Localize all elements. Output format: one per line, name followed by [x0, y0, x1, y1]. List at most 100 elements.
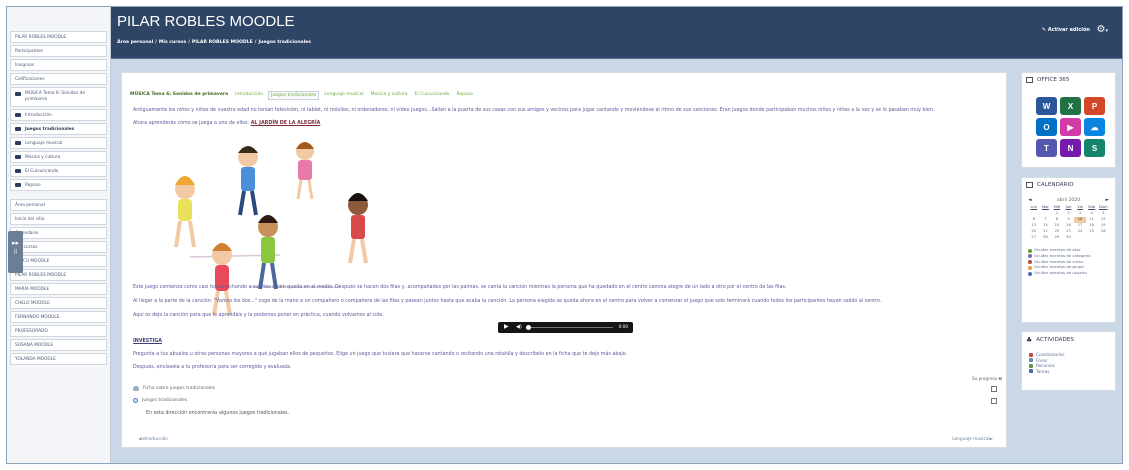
- page-header: PILAR ROBLES MOODLE Área personal / Mis cu…: [111, 7, 1122, 59]
- calendar-day[interactable]: 28: [1040, 235, 1052, 241]
- completion-checkbox[interactable]: [991, 398, 997, 404]
- song-link[interactable]: AL JARDÍN DE LA ALEGRÍA: [251, 121, 321, 126]
- sidebar-item-label: Área personal: [15, 202, 45, 208]
- calendar-day: [1097, 235, 1109, 241]
- sidebar-item[interactable]: Música y cultura: [10, 151, 107, 163]
- office-app-tile[interactable]: T: [1036, 139, 1057, 157]
- office-app-tile[interactable]: P: [1084, 97, 1105, 115]
- section-tab[interactable]: Música y cultura: [369, 91, 410, 100]
- section-tab[interactable]: Repaso: [454, 91, 474, 100]
- sidebar-item[interactable]: Introducción: [10, 109, 107, 121]
- next-section-link[interactable]: Lenguaje musical►: [952, 437, 993, 442]
- activity-type-icon: [1029, 363, 1033, 368]
- calendar-day[interactable]: 29: [1051, 235, 1063, 241]
- office365-block: OFFICE 365 W X P O ▶ ☁ T N S: [1021, 72, 1116, 168]
- sidebar-item[interactable]: Juegos tradicionales: [10, 123, 107, 135]
- sidebar-item[interactable]: YOLANDA MOODLE: [10, 353, 107, 365]
- folder-icon: [15, 141, 21, 145]
- sidebar-item[interactable]: PILAR ROBLES MOODLE: [10, 269, 107, 281]
- sidebar-item[interactable]: Insignias: [10, 59, 107, 71]
- sidebar-item-label: Insignias: [15, 62, 34, 68]
- sidebar-item-label: Repaso: [25, 182, 41, 188]
- activity-item[interactable]: Juegos tradicionales: [133, 398, 187, 403]
- calendar-day[interactable]: 30: [1063, 235, 1075, 241]
- office-app-tile[interactable]: ▶: [1060, 118, 1081, 136]
- office-block-icon: [1026, 77, 1033, 83]
- legend-item[interactable]: Ocultar eventos de categoría: [1028, 253, 1109, 259]
- volume-icon[interactable]: ◀): [516, 324, 522, 330]
- office-app-tile[interactable]: W: [1036, 97, 1057, 115]
- sidebar-item[interactable]: Calificaciones: [10, 73, 107, 85]
- breadcrumb-link[interactable]: Mis cursos: [159, 40, 186, 45]
- gear-icon[interactable]: ⚙▾: [1097, 24, 1108, 35]
- office-app-tile[interactable]: O: [1036, 118, 1057, 136]
- office-app-tile[interactable]: X: [1060, 97, 1081, 115]
- sidebar-item[interactable]: PROFESORADO: [10, 325, 107, 337]
- calendar-week: 27 28 29 30: [1028, 235, 1109, 241]
- breadcrumb-separator: /: [188, 40, 190, 45]
- office-app-tile[interactable]: S: [1084, 139, 1105, 157]
- office-app-tile[interactable]: ☁: [1084, 118, 1105, 136]
- course-section: MÚSICA Tema 6: Sonidos de primavera Intro…: [121, 72, 1007, 448]
- calendar-month[interactable]: abril 2020: [1057, 198, 1080, 203]
- legend-label: Ocultar eventos de usuario: [1034, 270, 1087, 276]
- sidebar-item[interactable]: El Cuicuricando: [10, 165, 107, 177]
- site-nav: Área personal Inicio del sitio Calendario M…: [7, 199, 110, 365]
- audio-time: 0:00: [618, 324, 628, 329]
- nav-drawer: PILAR ROBLES MOODLE Participantes Insignia…: [7, 7, 111, 463]
- sidebar-item[interactable]: PILAR ROBLES MOODLE: [10, 31, 107, 43]
- drawer-toggle-button[interactable]: ▸▸ ⠿: [8, 231, 23, 273]
- sidebar-item-label: Participantes: [15, 48, 43, 54]
- audio-progress-track[interactable]: [528, 327, 613, 328]
- eye-icon: [1028, 254, 1032, 259]
- activities-block-title: ACTIVIDADES: [1036, 337, 1074, 343]
- section-tab[interactable]: MÚSICA Tema 6: Sonidos de primavera: [128, 91, 230, 100]
- sidebar-item[interactable]: IMACU MOODLE: [10, 255, 107, 267]
- activity-type-link[interactable]: Tareas: [1029, 369, 1108, 375]
- section-tab[interactable]: Juegos tradicionales: [268, 91, 320, 100]
- link-icon: [133, 398, 138, 403]
- sidebar-item[interactable]: Participantes: [10, 45, 107, 57]
- help-icon[interactable]: ❷: [998, 376, 1002, 381]
- sidebar-item-label: Música y cultura: [25, 154, 61, 160]
- sidebar-item[interactable]: MÚSICA Tema 6: Sonidos de primavera: [10, 87, 107, 107]
- audio-player[interactable]: ▶ ◀) 0:00: [498, 322, 633, 333]
- activity-item[interactable]: Ficha sobre juegos tradicionales: [133, 386, 215, 391]
- play-icon[interactable]: ▶: [504, 323, 509, 330]
- breadcrumb: Área personal / Mis cursos / PILAR ROBLES MO…: [117, 40, 313, 45]
- page-title: PILAR ROBLES MOODLE: [117, 13, 295, 30]
- calendar-legend: Ocultar eventos de sitio Ocultar eventos …: [1022, 247, 1115, 276]
- sidebar-item[interactable]: Área personal: [10, 199, 107, 211]
- sidebar-item[interactable]: Inicio del sitio: [10, 213, 107, 225]
- edit-mode-button[interactable]: ✎ Activar edición: [1042, 27, 1090, 33]
- next-month-icon[interactable]: ►: [1105, 198, 1109, 203]
- link-description: En esta dirección encontrarás algunos ju…: [146, 411, 290, 416]
- sidebar-item[interactable]: Mis cursos: [10, 241, 107, 253]
- sidebar-item[interactable]: Calendario: [10, 227, 107, 239]
- sidebar-item[interactable]: Repaso: [10, 179, 107, 191]
- calendar-day[interactable]: 27: [1028, 235, 1040, 241]
- sidebar-item-label: FERNANDO MOODLE: [15, 314, 60, 320]
- completion-checkbox[interactable]: [991, 386, 997, 392]
- sidebar-item[interactable]: FERNANDO MOODLE: [10, 311, 107, 323]
- prev-month-icon[interactable]: ◄: [1028, 198, 1032, 203]
- breadcrumb-link[interactable]: PILAR ROBLES MOODLE: [192, 40, 253, 45]
- breadcrumb-link[interactable]: Juegos tradicionales: [258, 40, 311, 45]
- sidebar-item[interactable]: SUSANA MOODLE: [10, 339, 107, 351]
- sidebar-item-label: PILAR ROBLES MOODLE: [15, 272, 67, 278]
- office-app-tile[interactable]: N: [1060, 139, 1081, 157]
- section-tab[interactable]: Introducción: [233, 91, 265, 100]
- sidebar-item[interactable]: MARÍA MOODLE: [10, 283, 107, 295]
- previous-section-link[interactable]: ◄Introducción: [138, 437, 168, 442]
- audio-seek-handle[interactable]: [526, 325, 531, 330]
- investiga-text: Pregunta a tus abuelos u otras personas …: [133, 352, 628, 357]
- section-tab[interactable]: Lenguaje musical: [322, 91, 365, 100]
- folder-icon: [15, 155, 21, 159]
- section-tab[interactable]: El Cuicuricando: [413, 91, 452, 100]
- legend-item[interactable]: Ocultar eventos de usuario: [1028, 270, 1109, 276]
- sidebar-item-label: YOLANDA MOODLE: [15, 356, 56, 362]
- breadcrumb-link[interactable]: Área personal: [117, 40, 153, 45]
- sidebar-item[interactable]: Lenguaje musical: [10, 137, 107, 149]
- activity-type-icon: [1029, 352, 1033, 357]
- sidebar-item[interactable]: CHELO MOODLE: [10, 297, 107, 309]
